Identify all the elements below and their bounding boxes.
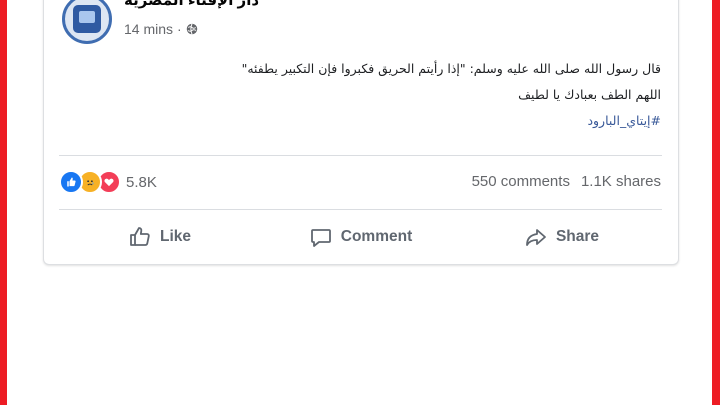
comment-label: Comment [340, 228, 413, 245]
engagement-counts: 550 comments 1.1K shares [472, 173, 661, 190]
logo-icon [73, 5, 101, 33]
comments-count[interactable]: 550 comments [472, 173, 570, 190]
shares-count[interactable]: 1.1K shares [581, 173, 661, 190]
divider-bottom [59, 209, 662, 210]
action-bar: Like Comment Share [59, 220, 662, 254]
post-time[interactable]: 14 mins [124, 21, 173, 37]
thumbs-up-icon [130, 227, 150, 246]
reactions-summary[interactable]: 5.8K [59, 170, 157, 194]
meta-separator: · [177, 21, 182, 37]
reaction-count[interactable]: 5.8K [126, 174, 157, 191]
hashtag-link[interactable]: #إيتاي_البارود [141, 108, 661, 134]
globe-icon [186, 23, 197, 35]
share-label: Share [555, 228, 600, 245]
like-button[interactable]: Like [59, 220, 260, 254]
divider-top [59, 155, 662, 156]
share-button[interactable]: Share [461, 220, 662, 254]
red-frame-right [712, 0, 720, 405]
comment-button[interactable]: Comment [260, 220, 461, 254]
red-frame-left [0, 0, 7, 405]
post-text-line-1: قال رسول الله صلى الله عليه وسلم: "إذا ر… [241, 61, 661, 76]
post-meta: 14 mins · [124, 21, 198, 37]
page-name[interactable]: دار الإفتاء المصرية [124, 0, 324, 9]
post-text: قال رسول الله صلى الله عليه وسلم: "إذا ر… [141, 56, 661, 134]
post-text-line-2: اللهم الطف بعبادك يا لطيف [518, 87, 661, 102]
comment-icon [310, 229, 331, 247]
like-label: Like [159, 228, 191, 245]
like-reaction-icon [59, 170, 83, 194]
share-icon [526, 229, 546, 246]
